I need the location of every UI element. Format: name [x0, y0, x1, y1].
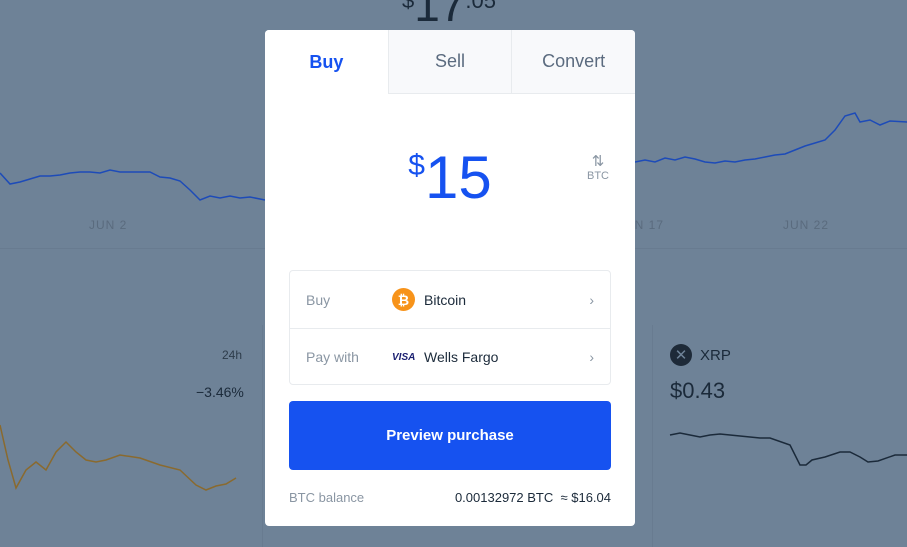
tab-buy[interactable]: Buy — [265, 30, 388, 94]
visa-icon: VISA — [392, 351, 416, 363]
card-divider — [652, 325, 653, 547]
currency-toggle-button[interactable]: ⇅ BTC — [587, 152, 609, 182]
trade-tabs: Buy Sell Convert — [265, 30, 635, 94]
axis-label: JUN 2 — [89, 218, 128, 232]
price-change: −3.46% — [196, 384, 244, 400]
btc-price-line — [0, 169, 266, 201]
swap-arrows-icon: ⇅ — [591, 153, 605, 170]
buy-asset-row[interactable]: Buy ₿ Bitcoin › — [290, 271, 610, 328]
amount-input[interactable]: $15 — [265, 143, 635, 212]
chevron-right-icon: › — [589, 291, 594, 308]
btc-price-line-right — [634, 112, 907, 164]
balance-approx: ≈ $16.04 — [560, 490, 611, 505]
chevron-right-icon: › — [589, 349, 594, 365]
order-details: Buy ₿ Bitcoin › Pay with VISA Wells Farg… — [289, 270, 611, 385]
row-value: Bitcoin — [424, 291, 467, 308]
timeframe-label: 24h — [222, 348, 243, 362]
balance-label: BTC balance — [289, 490, 365, 505]
axis-label: JUN 22 — [783, 218, 830, 232]
pay-with-row[interactable]: Pay with VISA Wells Fargo › — [290, 328, 610, 385]
btc-balance: BTC balance 0.00132972 BTC ≈ $16.04 — [289, 490, 611, 505]
preview-purchase-button[interactable]: Preview purchase — [289, 401, 611, 470]
orange-sparkline — [0, 424, 237, 491]
bitcoin-icon: ₿ — [392, 288, 415, 311]
row-label: Pay with — [306, 349, 359, 365]
xrp-price: $0.43 — [670, 378, 726, 403]
card-divider — [262, 325, 263, 547]
tab-sell[interactable]: Sell — [387, 30, 512, 94]
row-label: Buy — [306, 291, 331, 308]
trade-modal: Buy Sell Convert $15 ⇅ BTC Buy ₿ Bitcoin … — [265, 30, 635, 526]
xrp-card-header[interactable]: ✕ XRP — [670, 344, 731, 366]
xrp-sparkline — [669, 432, 907, 466]
row-value: Wells Fargo — [424, 349, 499, 365]
tab-convert[interactable]: Convert — [511, 30, 635, 94]
balance-amount: 0.00132972 BTC — [454, 490, 554, 505]
xrp-icon: ✕ — [670, 344, 692, 366]
